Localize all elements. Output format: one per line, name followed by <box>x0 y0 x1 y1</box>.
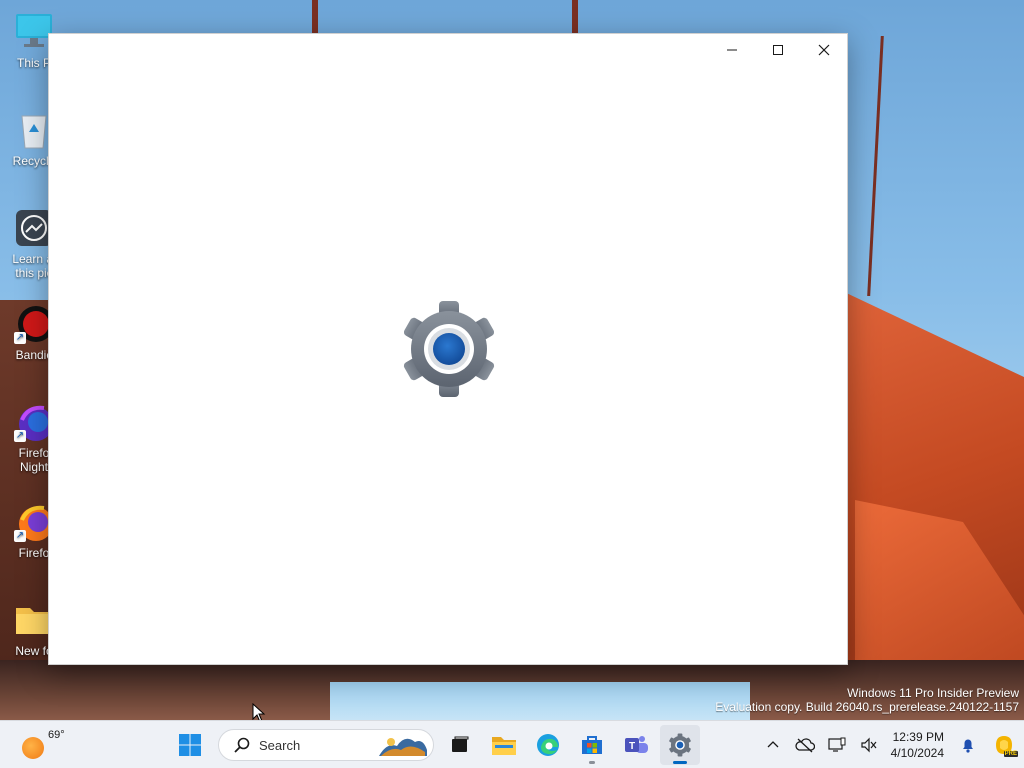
teams-icon: T <box>625 736 648 753</box>
onedrive-tray-button[interactable] <box>789 725 821 765</box>
svg-text:T: T <box>629 741 635 752</box>
close-icon <box>818 44 830 56</box>
task-view-icon <box>452 736 469 752</box>
store-icon <box>582 736 602 754</box>
maximize-button[interactable] <box>755 34 801 66</box>
onedrive-offline-icon <box>795 738 815 753</box>
sky-gap <box>330 682 750 720</box>
clock-time: 12:39 PM <box>892 730 944 744</box>
shortcut-arrow-icon: ↗ <box>14 332 26 344</box>
system-tray: 12:39 PM 4/10/2024 PRE <box>757 721 1024 768</box>
close-button[interactable] <box>801 34 847 66</box>
clock-date: 4/10/2024 <box>890 746 944 760</box>
search-placeholder: Search <box>259 737 301 753</box>
shortcut-arrow-icon: ↗ <box>14 430 26 442</box>
file-explorer-icon <box>492 737 516 755</box>
bell-icon <box>963 739 973 753</box>
bridge-cable <box>312 0 318 33</box>
start-button[interactable] <box>170 725 210 765</box>
notifications-button[interactable] <box>952 725 984 765</box>
bridge-cable <box>867 36 884 296</box>
volume-muted-icon <box>861 737 877 753</box>
task-view-button[interactable] <box>440 725 480 765</box>
settings-gear-icon <box>399 301 499 397</box>
settings-window[interactable] <box>48 33 848 665</box>
shortcut-arrow-icon: ↗ <box>14 530 26 542</box>
search-icon <box>234 737 250 753</box>
watermark-line-2: Evaluation copy. Build 26040.rs_prerelea… <box>715 700 1019 714</box>
settings-icon <box>669 733 691 757</box>
chevron-up-icon <box>767 741 779 748</box>
taskbar-clock[interactable]: 12:39 PM 4/10/2024 <box>891 729 944 761</box>
windows-watermark: Windows 11 Pro Insider Preview Evaluatio… <box>715 686 1019 714</box>
volume-tray-button[interactable] <box>853 725 885 765</box>
copilot-preview-badge: PRE <box>1003 751 1018 757</box>
window-caption-buttons <box>709 34 847 66</box>
maximize-icon <box>773 45 783 55</box>
show-hidden-icons-button[interactable] <box>757 725 789 765</box>
copilot-button[interactable]: PRE <box>984 725 1024 765</box>
taskbar-center: Search T <box>170 725 704 765</box>
file-explorer-button[interactable] <box>484 725 524 765</box>
edge-button[interactable] <box>528 725 568 765</box>
bridge-cable <box>572 0 578 33</box>
windows-start-icon <box>179 734 201 756</box>
weather-temperature: 69° <box>48 729 65 741</box>
settings-taskbar-button[interactable] <box>660 725 700 765</box>
teams-button[interactable]: T <box>616 725 656 765</box>
weather-sun-icon <box>22 737 44 759</box>
display-tray-button[interactable] <box>821 725 853 765</box>
display-icon <box>828 737 846 752</box>
taskbar-search[interactable]: Search <box>218 729 434 761</box>
weather-widget[interactable]: 69° <box>18 729 65 761</box>
edge-icon <box>537 734 559 756</box>
search-highlight-icon <box>379 738 427 756</box>
watermark-line-1: Windows 11 Pro Insider Preview <box>847 686 1019 700</box>
minimize-icon <box>727 49 737 51</box>
store-button[interactable] <box>572 725 612 765</box>
taskbar: 69° Search T 12:39 PM 4/10/2024 PRE <box>0 720 1024 768</box>
minimize-button[interactable] <box>709 34 755 66</box>
